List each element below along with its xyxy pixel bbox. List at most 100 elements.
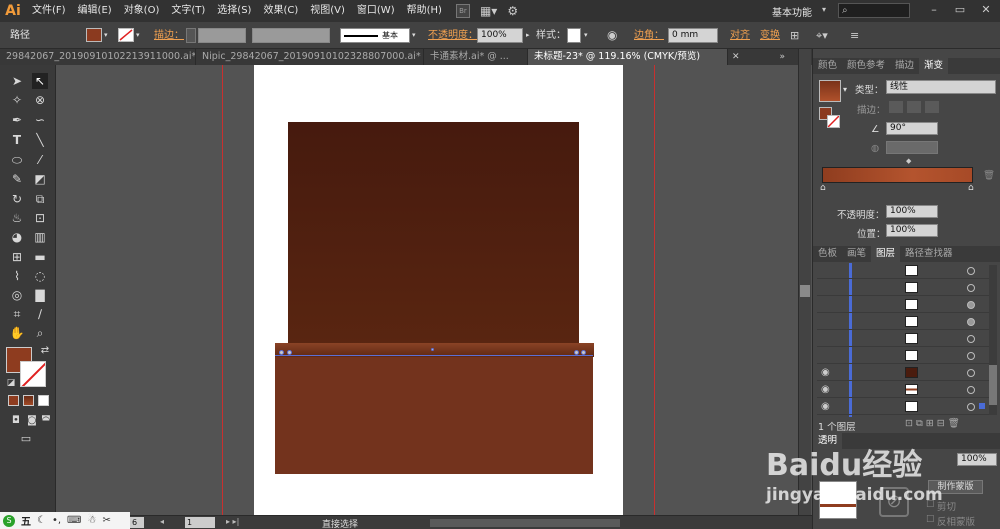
tab-swatches[interactable]: 色板 xyxy=(813,246,842,262)
lasso-tool-icon[interactable]: ⊗ xyxy=(32,92,48,108)
restore-icon[interactable]: ▭ xyxy=(952,3,968,17)
target-circle[interactable] xyxy=(967,352,975,360)
layer-row[interactable] xyxy=(817,280,997,296)
layer-row[interactable]: ◉ xyxy=(817,365,997,381)
variable-width-profile[interactable] xyxy=(252,28,330,43)
hand-tool-icon[interactable]: ✋ xyxy=(9,325,25,341)
ime-mode[interactable]: 五 xyxy=(21,513,31,528)
color-mode-icon[interactable] xyxy=(8,395,19,406)
pen-tool-icon[interactable]: ✒ xyxy=(9,112,25,128)
stroke-color-box[interactable] xyxy=(20,361,46,387)
layer-row[interactable]: ◉ xyxy=(817,399,997,415)
corner-radius-field[interactable]: 0 mm xyxy=(668,28,718,43)
menu-effect[interactable]: 效果(C) xyxy=(257,0,304,22)
pencil-tool-icon[interactable]: ✎ xyxy=(9,171,25,187)
opacity-label[interactable]: 不透明度： xyxy=(428,28,478,43)
layer-row[interactable] xyxy=(817,263,997,279)
search-input[interactable]: ⌕ xyxy=(838,3,910,18)
front-panel-shape[interactable] xyxy=(275,357,593,474)
transform-button[interactable]: 变换 xyxy=(760,28,780,43)
ime-skin-icon[interactable]: ☃ xyxy=(87,515,96,526)
target-circle[interactable] xyxy=(967,318,975,326)
gradient-angle-field[interactable]: 90° xyxy=(886,122,938,135)
layer-row[interactable] xyxy=(817,314,997,330)
gradient-swatch-dropdown-icon[interactable]: ▾ xyxy=(843,85,847,94)
zoom-field[interactable]: 6 xyxy=(130,517,144,528)
transparency-opacity-field[interactable]: 100% xyxy=(957,453,997,466)
stop-opacity-field[interactable]: 100% xyxy=(886,205,938,218)
tab-layers[interactable]: 图层 xyxy=(871,246,901,262)
arrange-documents-icon[interactable]: ▦▾ xyxy=(480,4,497,18)
type-tool-icon[interactable]: T xyxy=(9,132,25,148)
eyedropper-tool-icon[interactable]: ⌇ xyxy=(9,268,25,284)
stroke-gradient-along-icon[interactable] xyxy=(907,101,921,113)
menu-view[interactable]: 视图(V) xyxy=(304,0,351,22)
draw-normal-icon[interactable]: ◘ xyxy=(8,413,24,429)
scale-tool-icon[interactable]: ⧉ xyxy=(32,191,48,207)
tab-color[interactable]: 颜色 xyxy=(813,58,842,74)
gpu-icon[interactable]: ⚙ xyxy=(507,4,518,18)
selection-tool-icon[interactable]: ➤ xyxy=(9,73,25,89)
target-circle[interactable] xyxy=(967,369,975,377)
gradient-tool-icon[interactable]: ▬ xyxy=(32,249,48,265)
workspace-dropdown-icon[interactable]: ▾ xyxy=(822,5,826,14)
control-menu-icon[interactable]: ≡ xyxy=(850,28,859,43)
draw-inside-icon[interactable]: ◚ xyxy=(38,413,54,429)
layers-footer-icons[interactable]: ⊡ ⧉ ⊞ ⊟ 🗑 xyxy=(905,418,960,429)
mesh-tool-icon[interactable]: ⊞ xyxy=(9,249,25,265)
recolor-artwork-icon[interactable]: ◉ xyxy=(607,28,617,43)
menu-type[interactable]: 文字(T) xyxy=(165,0,211,22)
scroll-thumb[interactable] xyxy=(800,285,810,297)
stroke-gradient-within-icon[interactable] xyxy=(889,101,903,113)
select-similar-icon[interactable]: ⌖▾ xyxy=(816,28,828,43)
tab-brushes[interactable]: 画笔 xyxy=(842,246,871,262)
gradient-aspect-field[interactable] xyxy=(886,141,938,154)
target-circle[interactable] xyxy=(967,386,975,394)
menu-window[interactable]: 窗口(W) xyxy=(351,0,401,22)
stroke-gradient-across-icon[interactable] xyxy=(925,101,939,113)
opacity-dropdown-icon[interactable]: ▸ xyxy=(526,28,530,43)
close-icon[interactable]: ✕ xyxy=(978,3,994,17)
tab-pathfinder[interactable]: 路径查找器 xyxy=(900,246,958,262)
next-artboard-icon[interactable]: ▸ ▸| xyxy=(226,517,239,526)
layer-row[interactable] xyxy=(817,297,997,313)
visibility-eye-icon[interactable]: ◉ xyxy=(821,401,830,412)
ime-logo-icon[interactable]: S xyxy=(3,514,15,527)
corner-label[interactable]: 边角： xyxy=(634,28,664,43)
menu-help[interactable]: 帮助(H) xyxy=(401,0,448,22)
warp-tool-icon[interactable]: ♨ xyxy=(9,210,25,226)
curvature-tool-icon[interactable]: ∽ xyxy=(32,112,48,128)
bridge-button[interactable]: Br xyxy=(455,4,470,18)
visibility-eye-icon[interactable]: ◉ xyxy=(821,384,830,395)
anchor-point[interactable] xyxy=(279,350,284,355)
menu-edit[interactable]: 编辑(E) xyxy=(72,0,118,22)
back-panel-shape[interactable] xyxy=(288,122,579,355)
default-colors-icon[interactable]: ◪ xyxy=(3,375,19,391)
slice-tool-icon[interactable]: ∕ xyxy=(32,306,48,322)
ellipse-tool-icon[interactable]: ⬭ xyxy=(9,152,25,168)
gradient-type-select[interactable]: 线性 xyxy=(886,80,996,94)
anchor-point[interactable] xyxy=(574,350,579,355)
tab-overflow-icon[interactable]: » xyxy=(780,49,786,65)
layer-row[interactable] xyxy=(817,348,997,364)
shape-builder-tool-icon[interactable]: ◕ xyxy=(9,229,25,245)
layer-row[interactable]: ◉ xyxy=(817,382,997,398)
target-circle[interactable] xyxy=(967,284,975,292)
tab-document-active[interactable]: 未标题-23* @ 119.16% (CMYK/预览) xyxy=(528,49,728,65)
tab-document-1[interactable]: 29842067_20190910102213911000.ai* ... xyxy=(0,49,196,65)
rotate-tool-icon[interactable]: ↻ xyxy=(9,191,25,207)
tab-close-icon[interactable]: ✕ xyxy=(732,49,740,65)
stroke-weight-field[interactable] xyxy=(198,28,246,43)
target-circle[interactable] xyxy=(967,267,975,275)
stop-location-field[interactable]: 100% xyxy=(886,224,938,237)
brush-definition[interactable]: 基本 xyxy=(340,28,410,43)
target-circle[interactable] xyxy=(967,335,975,343)
layer-row[interactable] xyxy=(817,331,997,347)
align-button[interactable]: 对齐 xyxy=(730,28,750,43)
gradient-slider-bar[interactable] xyxy=(822,167,973,183)
gradient-stop-right[interactable]: ⌂ xyxy=(968,183,974,193)
artboard-tool-icon[interactable]: ⌗ xyxy=(9,306,25,322)
tab-gradient[interactable]: 渐变 xyxy=(919,58,949,74)
midpoint-diamond-icon[interactable]: ◆ xyxy=(906,157,911,165)
gradient-stop-left[interactable]: ⌂ xyxy=(820,183,826,193)
